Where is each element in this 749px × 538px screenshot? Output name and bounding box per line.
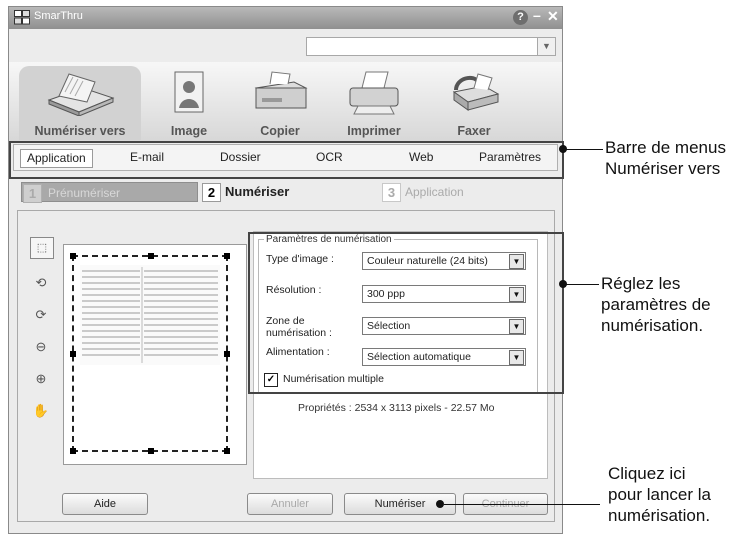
toolbar-copy[interactable]: Copier [235, 66, 325, 140]
toolbar-print[interactable]: Imprimer [329, 66, 419, 140]
step-number: 1 [23, 184, 42, 203]
help-icon[interactable]: ? [513, 10, 528, 25]
rotate-right-icon[interactable]: ⟳ [30, 305, 52, 325]
callout-menubar: Barre de menus Numériser vers [605, 137, 726, 179]
toolbar-image[interactable]: Image [151, 66, 227, 140]
chevron-down-icon[interactable]: ▼ [537, 38, 555, 55]
toolbar-label: Copier [260, 124, 300, 138]
resize-handle[interactable] [224, 351, 230, 357]
step-label: Application [405, 185, 464, 199]
toolbar-label: Numériser vers [34, 124, 126, 138]
toolbar-label: Image [170, 124, 208, 138]
document-preview-image [80, 265, 220, 365]
copier-icon [254, 71, 308, 109]
rotate-left-icon[interactable]: ⟲ [30, 273, 52, 293]
resize-handle[interactable] [70, 448, 76, 454]
callout-line-text: Cliquez ici [608, 464, 686, 483]
callout-line [444, 504, 600, 505]
callout-scan: Cliquez ici pour lancer la numérisation. [608, 463, 711, 526]
callout-line [565, 284, 599, 285]
title-bar: SmarThru ? – ✕ [9, 7, 562, 29]
help-button[interactable]: Aide [62, 493, 148, 515]
step-label: Prénumériser [48, 186, 121, 200]
preview-area[interactable] [63, 244, 247, 465]
toolbar-label: Imprimer [347, 124, 401, 138]
toolbar-label: Faxer [457, 124, 491, 138]
selection-frame[interactable] [70, 253, 230, 454]
hand-pan-icon[interactable]: ✋ [30, 401, 52, 421]
resize-handle[interactable] [148, 253, 154, 259]
cancel-button[interactable]: Annuler [247, 493, 333, 515]
resize-handle[interactable] [70, 351, 76, 357]
toolbar-fax[interactable]: Faxer [429, 66, 519, 140]
device-dropdown[interactable]: ▼ [306, 37, 556, 56]
callout-params: Réglez les paramètres de numérisation. [601, 273, 711, 336]
callout-line-text: Réglez les [601, 274, 681, 293]
step-number: 2 [202, 183, 221, 202]
fax-icon [452, 73, 500, 111]
image-properties: Propriétés : 2534 x 3113 pixels - 22.57 … [298, 402, 495, 414]
callout-line-text: numérisation. [608, 506, 711, 525]
menubar-highlight [9, 141, 564, 179]
step-scan[interactable]: 2 Numériser [202, 182, 382, 202]
callout-line-text: numérisation. [601, 316, 704, 335]
toolbar-scan-to[interactable]: Numériser vers [19, 66, 141, 140]
minimize-icon[interactable]: – [533, 7, 541, 23]
callout-line-text: pour lancer la [608, 485, 712, 504]
step-label: Numériser [225, 184, 290, 199]
app-icon [14, 10, 30, 25]
step-number: 3 [382, 183, 401, 202]
callout-line-text: Numériser vers [605, 159, 721, 178]
callout-line-text: paramètres de [601, 295, 711, 314]
resize-handle[interactable] [148, 448, 154, 454]
select-area-icon[interactable]: ⬚ [30, 237, 54, 259]
zoom-in-icon[interactable]: ⊕ [30, 369, 52, 389]
callout-line [565, 149, 603, 150]
step-prescan[interactable]: 1 Prénumériser [21, 182, 198, 203]
scanner-icon [47, 73, 115, 116]
printer-icon [349, 71, 399, 115]
image-icon [174, 71, 204, 113]
resize-handle[interactable] [224, 448, 230, 454]
step-application: 3 Application [382, 182, 562, 202]
resize-handle[interactable] [70, 253, 76, 259]
zoom-out-icon[interactable]: ⊖ [30, 337, 52, 357]
window-title: SmarThru [34, 10, 83, 22]
resize-handle[interactable] [224, 253, 230, 259]
callout-line-text: Barre de menus [605, 138, 726, 157]
params-highlight [248, 232, 564, 394]
main-toolbar: Numériser vers Image Copier Imprimer Fax… [9, 62, 562, 142]
callout-dot [436, 500, 444, 508]
close-icon[interactable]: ✕ [547, 8, 559, 25]
